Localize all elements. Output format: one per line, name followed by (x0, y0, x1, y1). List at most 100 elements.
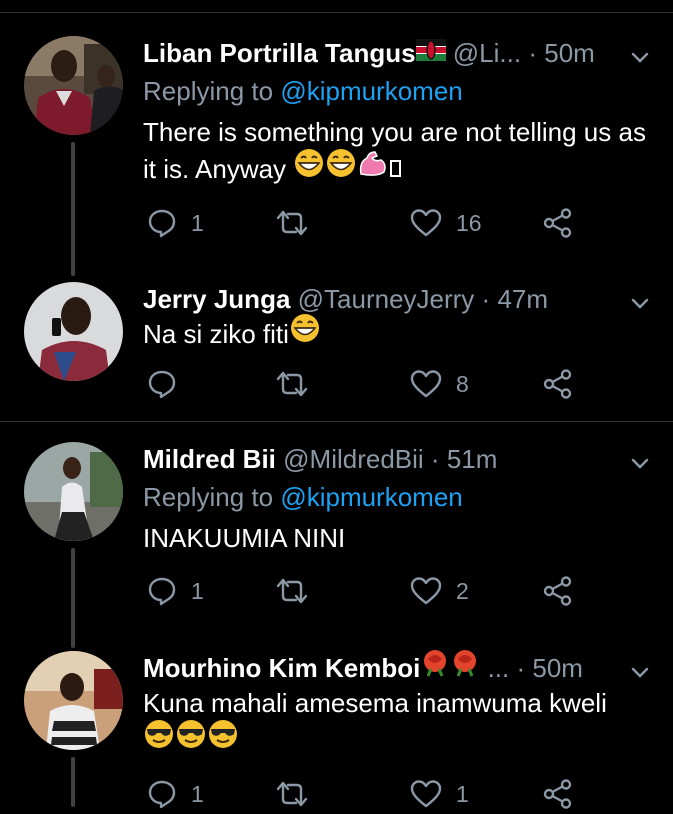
thread-line (71, 548, 75, 648)
avatar[interactable] (24, 442, 123, 541)
share-button[interactable] (542, 774, 574, 814)
retweet-button[interactable] (275, 774, 323, 814)
tweet-text: INAKUUMIA NINI (143, 520, 653, 557)
display-name[interactable]: Mourhino Kim Kemboi (143, 653, 420, 683)
retweet-icon (275, 369, 309, 399)
user-handle[interactable]: @TaurneyJerry (298, 284, 475, 314)
display-name[interactable]: Jerry Junga (143, 284, 290, 314)
share-icon (542, 575, 574, 607)
separator-dot: · (528, 38, 537, 68)
share-icon (542, 207, 574, 239)
tweet-text-content: Na si ziko fiti (143, 319, 289, 349)
tweet-actions: 1 2 (143, 571, 623, 611)
retweet-icon (275, 208, 309, 238)
replying-to-label: Replying to (143, 482, 274, 512)
sunglasses-face-emoji-icon (175, 719, 207, 759)
tweet[interactable]: Mildred Bii @MildredBii · 51m Replying t… (0, 442, 673, 648)
top-divider (0, 12, 673, 13)
heart-icon (410, 576, 442, 606)
tweet[interactable]: Liban Portrilla Tangus @Li... · 50m Repl… (0, 36, 673, 276)
like-count: 2 (456, 577, 469, 604)
user-handle[interactable]: @Li... (453, 38, 521, 68)
reply-button[interactable]: 1 (147, 571, 204, 611)
display-name[interactable]: Mildred Bii (143, 444, 276, 474)
reply-button[interactable]: 1 (147, 774, 204, 814)
like-count: 1 (456, 780, 469, 807)
tweet-text: Kuna mahali amesema inamwuma kweli (143, 685, 653, 759)
reply-icon (147, 779, 177, 809)
share-icon (542, 778, 574, 810)
avatar[interactable] (24, 651, 123, 750)
tweet-actions: 1 16 (143, 203, 623, 243)
rose-emoji-icon (420, 649, 450, 685)
tweet-header: Liban Portrilla Tangus @Li... · 50m (143, 36, 673, 70)
timestamp[interactable]: 47m (497, 284, 548, 314)
unsupported-glyph-icon (390, 159, 402, 177)
tweet[interactable]: Mourhino Kim Kemboi ... · 50m Kuna mahal… (0, 649, 673, 809)
like-button[interactable]: 2 (410, 571, 469, 611)
tweet-actions: 1 1 (143, 774, 623, 814)
user-handle[interactable]: ... (488, 653, 510, 683)
share-button[interactable] (542, 571, 574, 611)
mention-link[interactable]: @kipmurkomen (280, 76, 462, 106)
tweet-text-content: Kuna mahali amesema inamwuma kweli (143, 688, 607, 718)
reply-icon (147, 208, 177, 238)
like-button[interactable]: 8 (410, 364, 469, 404)
replying-to: Replying to @kipmurkomen (143, 74, 463, 108)
sunglasses-face-emoji-icon (143, 719, 175, 759)
tweet-header: Mourhino Kim Kemboi ... · 50m (143, 649, 673, 685)
separator-dot: · (481, 284, 491, 314)
separator-dot: · (516, 653, 526, 683)
retweet-button[interactable] (275, 203, 323, 243)
sunglasses-face-emoji-icon (207, 719, 239, 759)
timestamp[interactable]: 50m (532, 653, 583, 683)
kenya-flag-icon (415, 35, 446, 69)
tweet-text-content: INAKUUMIA NINI (143, 523, 346, 553)
share-icon (542, 368, 574, 400)
replying-to: Replying to @kipmurkomen (143, 480, 463, 514)
reply-icon (147, 369, 177, 399)
like-count: 8 (456, 370, 469, 397)
tweet-divider (0, 421, 673, 422)
retweet-button[interactable] (275, 571, 323, 611)
rose-emoji-icon (450, 649, 480, 685)
tweet-text: Na si ziko fiti (143, 313, 653, 353)
retweet-icon (275, 576, 309, 606)
tweet-header: Mildred Bii @MildredBii · 51m (143, 442, 673, 476)
retweet-button[interactable] (275, 364, 323, 404)
like-button[interactable]: 1 (410, 774, 469, 814)
like-count: 16 (456, 209, 482, 236)
chevron-down-icon[interactable] (629, 448, 651, 482)
share-button[interactable] (542, 364, 574, 404)
share-button[interactable] (542, 203, 574, 243)
tweet-actions: 8 (143, 364, 623, 404)
tweet-text: There is something you are not telling u… (143, 114, 653, 188)
grinning-face-emoji-icon (289, 313, 321, 353)
heart-icon (410, 369, 442, 399)
reply-count: 1 (191, 577, 204, 604)
reply-count: 1 (191, 209, 204, 236)
heart-icon (410, 779, 442, 809)
replying-to-label: Replying to (143, 76, 274, 106)
thread-line (71, 757, 75, 807)
timestamp[interactable]: 50m (544, 38, 595, 68)
separator-dot: · (430, 444, 440, 474)
reply-button[interactable]: 1 (147, 203, 204, 243)
reply-icon (147, 576, 177, 606)
reply-button[interactable] (147, 364, 191, 404)
tweet[interactable]: Jerry Junga @TaurneyJerry · 47m Na si zi… (0, 282, 673, 422)
timestamp[interactable]: 51m (447, 444, 498, 474)
avatar[interactable] (24, 282, 123, 381)
flexed-bicep-emoji-icon (357, 148, 387, 188)
chevron-down-icon[interactable] (629, 42, 651, 76)
grinning-face-emoji-icon (325, 148, 357, 188)
retweet-icon (275, 779, 309, 809)
heart-icon (410, 208, 442, 238)
mention-link[interactable]: @kipmurkomen (280, 482, 462, 512)
user-handle[interactable]: @MildredBii (283, 444, 424, 474)
like-button[interactable]: 16 (410, 203, 482, 243)
grinning-face-emoji-icon (293, 148, 325, 188)
display-name[interactable]: Liban Portrilla Tangus (143, 38, 416, 68)
avatar[interactable] (24, 36, 123, 135)
thread-line (71, 142, 75, 276)
